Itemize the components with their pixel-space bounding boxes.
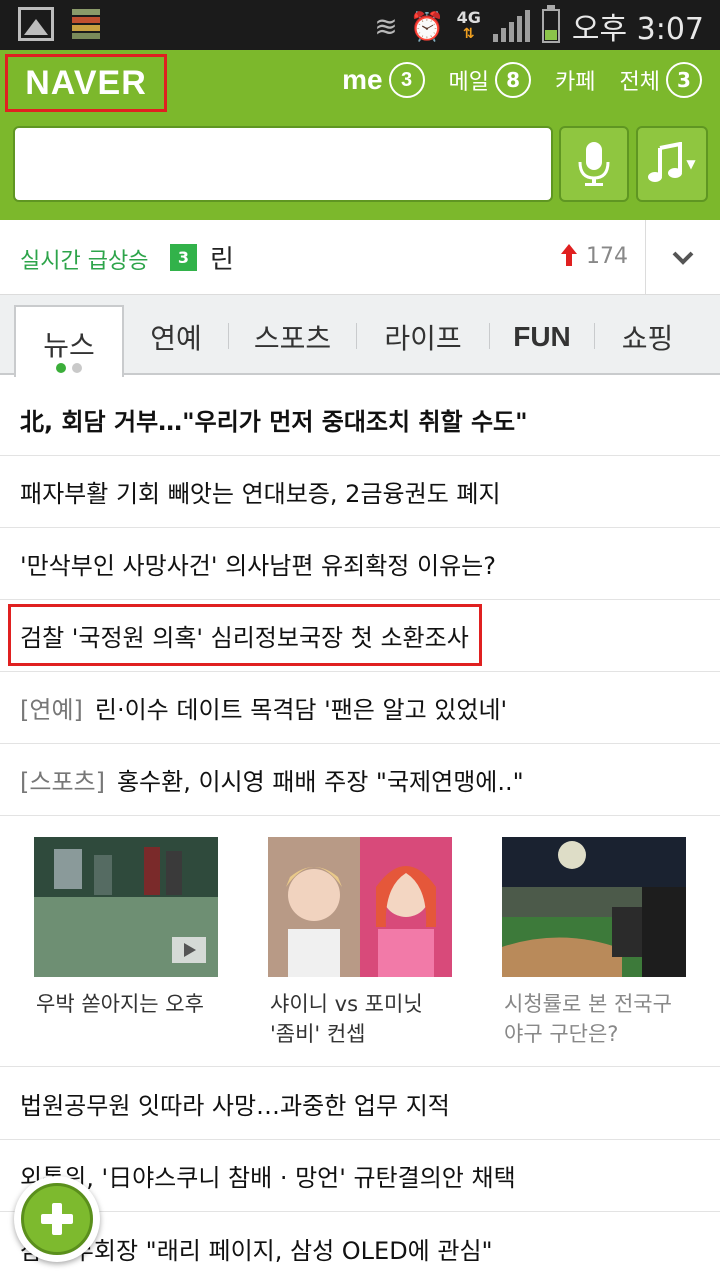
dropdown-caret-icon: ▼ [686,157,696,171]
chevron-down-icon [672,251,694,265]
kpop-photo [268,837,452,977]
section-tabs: 뉴스 연예 스포츠 라이프 FUN 쇼핑 [0,295,720,377]
search-input[interactable] [13,126,553,202]
news-headline[interactable]: 北, 회담 거부…"우리가 먼저 중대조치 취할 수도" [0,384,720,456]
tab-news[interactable]: 뉴스 [14,305,124,377]
all-link[interactable]: 전체 3 [620,62,702,98]
photo-news-row: 우박 쏟아지는 오후 샤이니 vs 포미닛 '좀비' 컨셉 시청률로 본 전국구… [0,817,720,1067]
mail-link[interactable]: 메일 8 [448,62,532,98]
news-headline[interactable]: 검찰 '국정원 의혹' 심리정보국장 첫 소환조사 [0,600,720,672]
music-note-icon [648,142,683,182]
baseball-stadium-photo [502,837,686,977]
news-headline[interactable]: 삼성 부회장 "래리 페이지, 삼성 OLED에 관심" [0,1212,720,1280]
realtime-label: 실시간 급상승 [20,249,149,274]
tab-label: 라이프 [384,322,462,355]
vibrate-icon: ≋ [374,9,398,43]
up-arrow-icon [561,244,577,266]
network-indicator: 4G ⇅ [456,8,481,43]
photo-caption: 시청률로 본 전국구 야구 구단은? [504,992,672,1046]
status-bar: ≋ ⏰ 4G ⇅ 오후 3:07 [0,0,720,50]
all-label: 전체 [619,70,660,95]
tab-sports[interactable]: 스포츠 [229,295,356,375]
all-count-badge: 3 [666,62,702,98]
cafe-label: 카페 [555,70,596,95]
news-title: 검찰 '국정원 의혹' 심리정보국장 첫 소환조사 [20,624,469,652]
trending-keyword[interactable]: 린 [210,239,234,276]
rank-badge: 3 [170,244,197,271]
hail-photo [34,837,218,977]
news-title: 외통위, '日야스쿠니 참배 · 망언' 규탄결의안 채택 [20,1164,516,1192]
tab-life[interactable]: 라이프 [357,295,489,375]
news-title: 홍수환, 이시영 패배 주장 "국제연맹에.." [116,768,524,796]
photo-caption: 우박 쏟아지는 오후 [36,992,204,1016]
voice-search-button[interactable] [559,126,629,202]
quick-links: me 3 메일 8 카페 전체 3 [342,62,702,98]
news-headline[interactable]: 외통위, '日야스쿠니 참배 · 망언' 규탄결의안 채택 [0,1140,720,1212]
news-headline[interactable]: [연예] 린·이수 데이트 목격담 '팬은 알고 있었네' [0,672,720,744]
plus-icon [21,1183,93,1255]
music-search-button[interactable]: ▼ [636,126,708,202]
news-title: 법원공무원 잇따라 사망…과중한 업무 지적 [20,1092,450,1120]
news-title: 北, 회담 거부…"우리가 먼저 중대조치 취할 수도" [20,408,528,436]
trending-count: 174 [586,244,628,269]
tab-fun[interactable]: FUN [490,295,594,375]
news-headline[interactable]: '만삭부인 사망사건' 의사남편 유죄확정 이유는? [0,528,720,600]
mail-count-badge: 8 [495,62,532,98]
me-link[interactable]: me 3 [342,62,425,98]
naver-logo[interactable]: NAVER [5,54,167,112]
clock: 오후 3:07 [571,12,704,47]
me-count-badge: 3 [388,62,425,98]
tab-label: 연예 [150,322,202,355]
photo-card[interactable]: 시청률로 본 전국구 야구 구단은? [502,837,688,1049]
alarm-icon: ⏰ [409,9,445,43]
battery-icon [541,5,560,43]
news-headline[interactable]: 패자부활 기회 빼앗는 연대보증, 2금융권도 폐지 [0,456,720,528]
photo-caption: 샤이니 vs 포미닛 '좀비' 컨셉 [270,992,423,1046]
page-dots [56,363,82,373]
photo-card[interactable]: 우박 쏟아지는 오후 [34,837,220,1019]
news-headline[interactable]: [스포츠] 홍수환, 이시영 패배 주장 "국제연맹에.." [0,744,720,816]
signal-icon [492,10,530,42]
gallery-icon [18,7,54,41]
news-headline[interactable]: 법원공무원 잇따라 사망…과중한 업무 지적 [0,1068,720,1140]
tab-entertainment[interactable]: 연예 [124,295,228,375]
cafe-link[interactable]: 카페 [555,64,595,96]
tab-label: 스포츠 [253,322,332,355]
tab-label: FUN [513,321,571,352]
photo-card[interactable]: 샤이니 vs 포미닛 '좀비' 컨셉 [268,837,454,1049]
tab-label: 뉴스 [43,329,95,362]
news-title: '만삭부인 사망사건' 의사남편 유죄확정 이유는? [20,552,496,580]
microphone-icon [578,142,610,186]
news-title: 린·이수 데이트 목격담 '팬은 알고 있었네' [94,696,508,724]
flag-icon [72,9,100,39]
news-title: 패자부활 기회 빼앗는 연대보증, 2금융권도 폐지 [20,480,501,508]
tab-shopping[interactable]: 쇼핑 [595,295,700,375]
add-button[interactable] [14,1176,100,1262]
tab-label: 쇼핑 [621,322,674,355]
realtime-trending-bar[interactable]: 실시간 급상승 3 린 174 [0,220,720,295]
news-category: [연예] [20,696,83,724]
me-label: me [342,64,383,95]
expand-trending-button[interactable] [645,220,720,295]
header: NAVER me 3 메일 8 카페 전체 3 ▼ [0,50,720,220]
news-category: [스포츠] [20,768,105,796]
mail-label: 메일 [448,70,490,95]
